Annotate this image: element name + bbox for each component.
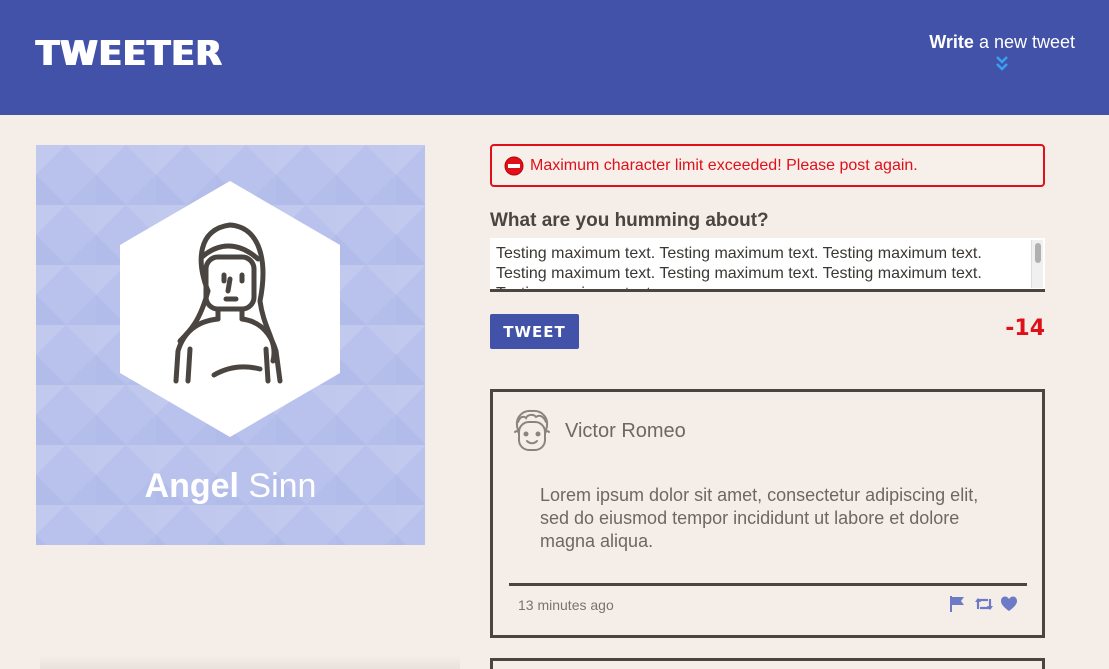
brand-logo[interactable]: TWEETER bbox=[36, 34, 223, 74]
write-label: Write bbox=[929, 32, 974, 52]
profile-first-name: Angel bbox=[144, 467, 239, 505]
compose-label: What are you humming about? bbox=[490, 210, 769, 231]
retweet-icon[interactable] bbox=[974, 595, 993, 613]
error-message: Maximum character limit exceeded! Please… bbox=[530, 156, 918, 174]
profile-last-name: Sinn bbox=[238, 467, 317, 505]
avatar bbox=[514, 409, 550, 451]
tweet-actions bbox=[948, 595, 1018, 613]
flag-icon[interactable] bbox=[948, 595, 966, 613]
error-alert: Maximum character limit exceeded! Please… bbox=[490, 144, 1045, 187]
tweet-divider bbox=[509, 583, 1027, 586]
double-chevron-down-icon[interactable] bbox=[929, 55, 1075, 73]
write-tweet-toggle[interactable]: Write a new tweet bbox=[929, 32, 1075, 73]
tweet-textarea[interactable] bbox=[490, 238, 1045, 292]
tweet-author[interactable]: Victor Romeo bbox=[565, 420, 686, 443]
heart-icon[interactable] bbox=[1000, 595, 1018, 613]
tweet-timestamp: 13 minutes ago bbox=[518, 597, 614, 613]
no-entry-icon bbox=[504, 156, 524, 175]
tweet-button[interactable]: TWEET bbox=[490, 314, 579, 349]
profile-avatar bbox=[118, 181, 342, 437]
tweet-body: Lorem ipsum dolor sit amet, consectetur … bbox=[540, 485, 979, 551]
tweet-card bbox=[490, 658, 1045, 669]
textarea-scrollbar[interactable] bbox=[1031, 240, 1043, 288]
character-counter: -14 bbox=[1005, 316, 1045, 341]
profile-card: Angel Sinn bbox=[36, 145, 425, 545]
profile-shadow bbox=[40, 655, 460, 669]
top-nav-bar: TWEETER Write a new tweet bbox=[0, 0, 1109, 115]
tweet-card: Victor Romeo Lorem ipsum dolor sit amet,… bbox=[490, 389, 1045, 638]
profile-name: Angel Sinn bbox=[36, 467, 425, 506]
write-rest-label: a new tweet bbox=[973, 32, 1075, 52]
